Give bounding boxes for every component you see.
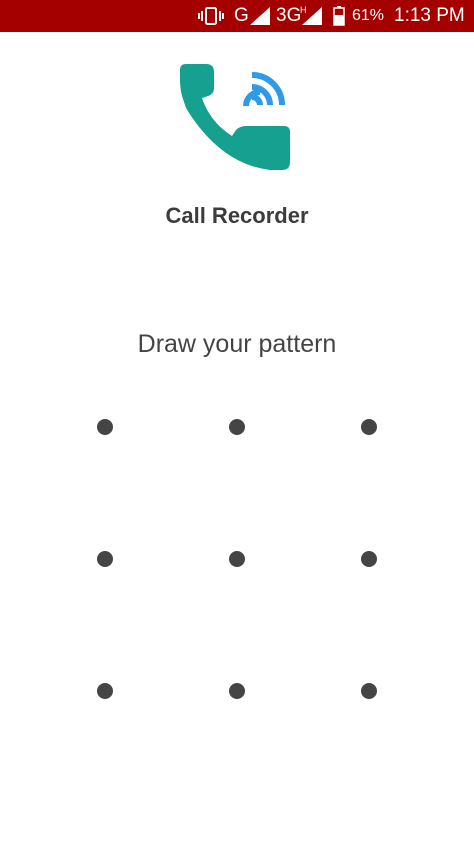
pattern-node-3[interactable]	[314, 372, 424, 482]
pattern-node-7[interactable]	[50, 636, 160, 746]
pattern-node-1[interactable]	[50, 372, 160, 482]
pattern-dot	[229, 683, 245, 699]
pattern-node-8[interactable]	[182, 636, 292, 746]
pattern-dot	[97, 419, 113, 435]
pattern-node-2[interactable]	[182, 372, 292, 482]
pattern-dot	[361, 551, 377, 567]
pattern-lock-grid[interactable]	[0, 0, 474, 842]
pattern-dot	[97, 683, 113, 699]
pattern-dot	[229, 419, 245, 435]
pattern-node-4[interactable]	[50, 504, 160, 614]
pattern-dot	[97, 551, 113, 567]
pattern-dot	[229, 551, 245, 567]
pattern-node-5[interactable]	[182, 504, 292, 614]
pattern-node-9[interactable]	[314, 636, 424, 746]
pattern-dot	[361, 419, 377, 435]
pattern-dot	[361, 683, 377, 699]
pattern-node-6[interactable]	[314, 504, 424, 614]
